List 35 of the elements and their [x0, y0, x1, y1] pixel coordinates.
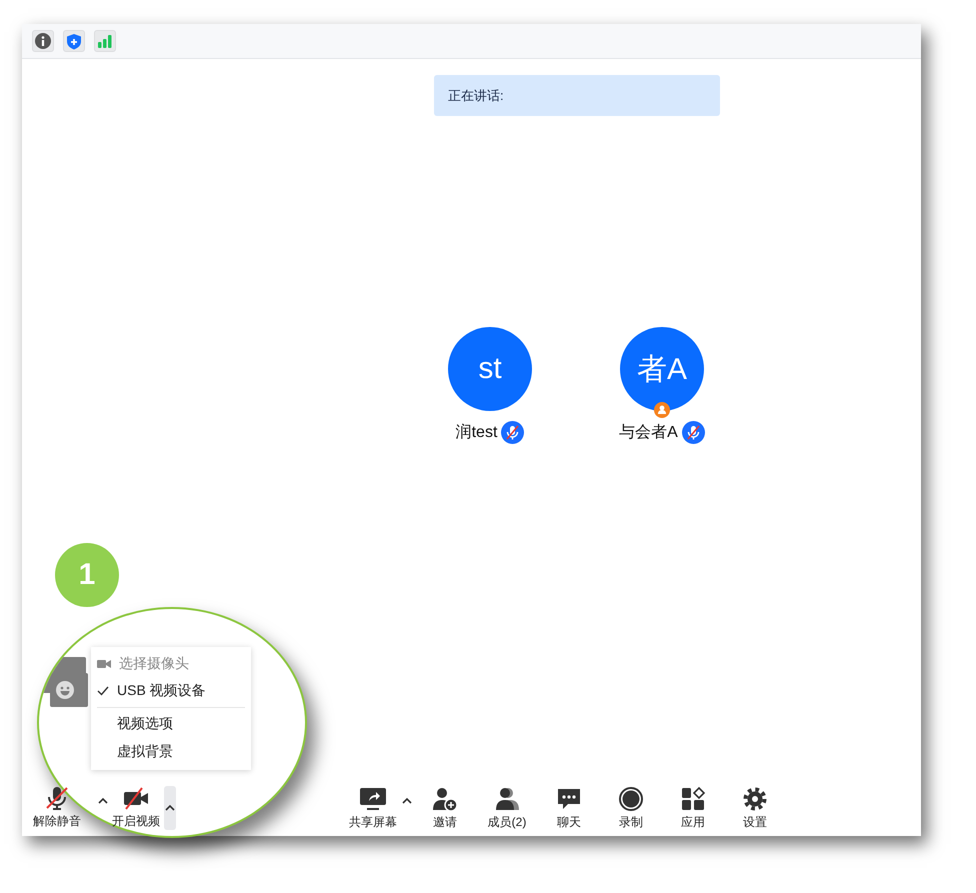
- invite-button[interactable]: 邀请: [416, 782, 474, 834]
- avatar: st: [448, 327, 532, 411]
- menu-item-label: 视频选项: [117, 715, 173, 733]
- menu-item[interactable]: USB 视频设备: [91, 677, 251, 705]
- settings-icon: [742, 786, 768, 812]
- emoji-button[interactable]: [50, 673, 88, 707]
- mic-button[interactable]: 解除静音: [31, 781, 83, 834]
- chat-button[interactable]: 聊天: [540, 782, 598, 834]
- people-icon: [493, 786, 521, 812]
- video-button[interactable]: 开启视频: [110, 781, 162, 834]
- menu-item[interactable]: 虚拟背景: [91, 738, 251, 766]
- speaking-banner: 正在讲话:: [434, 75, 720, 116]
- members-button[interactable]: 成员(2): [478, 782, 536, 834]
- smiley-icon: [55, 680, 75, 700]
- apps-icon: [680, 786, 706, 812]
- participant-name: 润test: [456, 422, 498, 443]
- record-button[interactable]: 录制: [602, 782, 660, 834]
- camera-icon: [97, 659, 111, 669]
- share-button[interactable]: 共享屏幕: [344, 782, 402, 834]
- caret-icon[interactable]: [402, 797, 412, 805]
- info-icon[interactable]: [32, 30, 54, 52]
- add-person-icon: [431, 786, 459, 812]
- settings-button[interactable]: 设置: [726, 782, 784, 834]
- caret-icon[interactable]: [98, 796, 108, 804]
- caret-icon: [165, 804, 175, 812]
- menu-header: 选择摄像头: [119, 655, 189, 673]
- menu-item-label: USB 视频设备: [117, 682, 206, 700]
- participant-name: 与会者A: [619, 422, 678, 443]
- share-screen-icon: [358, 786, 388, 812]
- apps-button[interactable]: 应用: [664, 782, 722, 834]
- shield-icon[interactable]: [63, 30, 85, 52]
- video-options-button[interactable]: [164, 786, 176, 830]
- menu-item-label: 虚拟背景: [117, 743, 173, 761]
- menu-item[interactable]: 视频选项: [91, 710, 251, 738]
- record-icon: [618, 786, 644, 812]
